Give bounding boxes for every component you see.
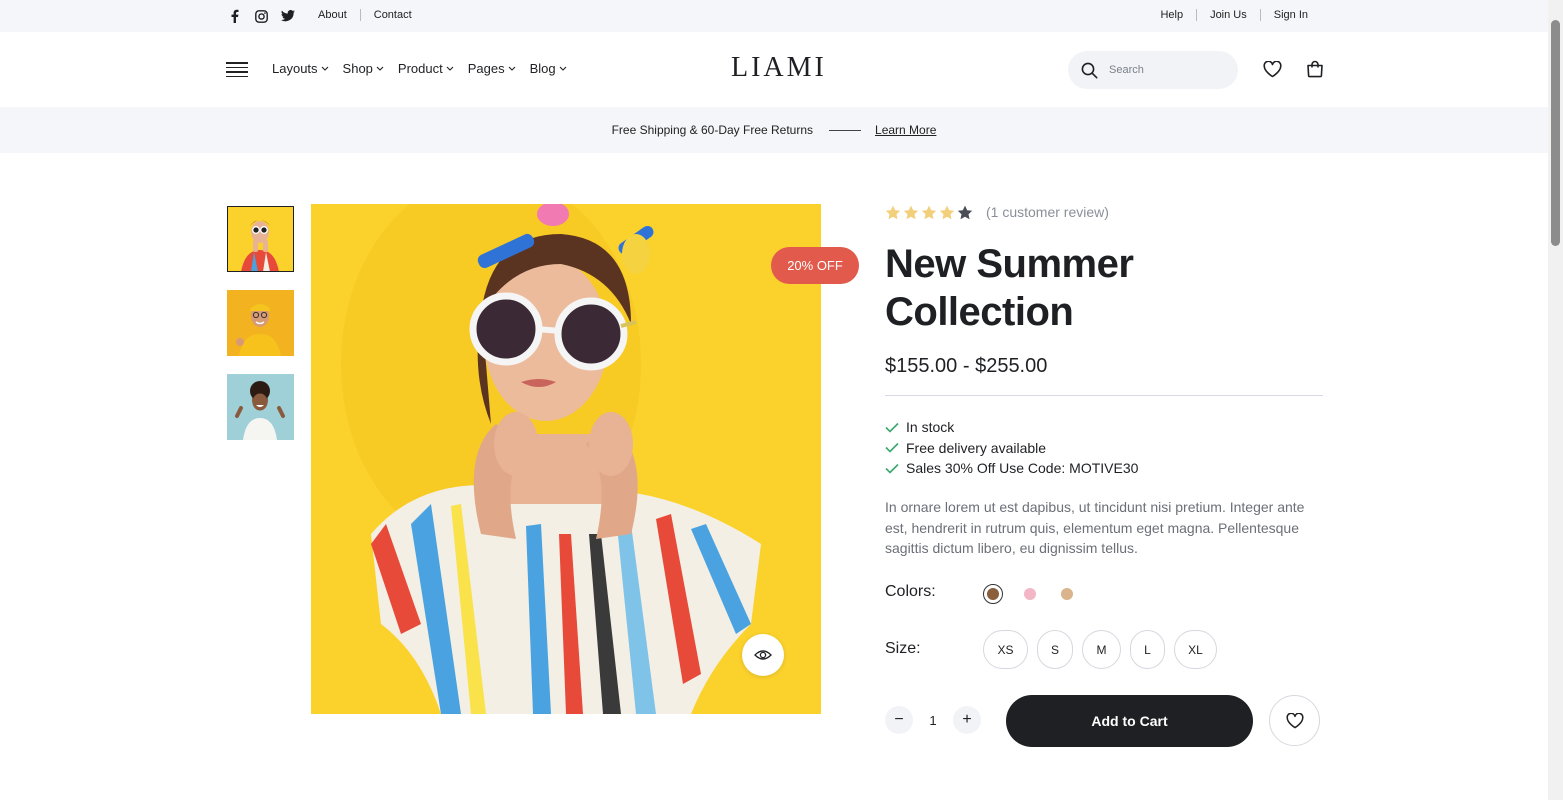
star-icon	[957, 205, 973, 219]
help-link[interactable]: Help	[1160, 9, 1183, 21]
site-logo[interactable]: LIAMI	[731, 52, 827, 84]
increase-quantity-button[interactable]: +	[953, 706, 981, 734]
rating: (1 customer review)	[885, 204, 1109, 220]
feature-item: Sales 30% Off Use Code: MOTIVE30	[885, 458, 1138, 479]
nav-label: Shop	[342, 61, 373, 76]
main-header: Layouts Shop Product Pages Blog LIAMI	[0, 32, 1548, 107]
menu-icon[interactable]	[226, 62, 248, 78]
nav-label: Blog	[529, 61, 556, 76]
star-icon	[885, 205, 901, 219]
product-main-image[interactable]	[311, 204, 821, 714]
nav-label: Layouts	[272, 61, 318, 76]
nav-label: Product	[397, 61, 443, 76]
colors-label: Colors:	[885, 583, 936, 600]
chevron-down-icon	[446, 66, 454, 71]
thumbnail-3[interactable]	[227, 374, 294, 440]
star-icon	[939, 205, 955, 219]
promo-text: Free Shipping & 60-Day Free Returns	[611, 123, 814, 137]
page-scrollbar[interactable]	[1548, 0, 1563, 800]
main-nav: Layouts Shop Product Pages Blog	[272, 61, 581, 76]
nav-shop[interactable]: Shop	[343, 61, 384, 76]
color-swatch[interactable]	[1057, 584, 1077, 604]
size-label: Size:	[885, 640, 921, 657]
nav-product[interactable]: Product	[398, 61, 454, 76]
twitter-icon[interactable]	[280, 8, 296, 24]
color-dot	[987, 588, 999, 600]
join-us-link[interactable]: Join Us	[1210, 9, 1247, 21]
topbar-links: About Contact	[318, 9, 412, 21]
color-dot	[1024, 588, 1036, 600]
contact-link[interactable]: Contact	[374, 9, 412, 21]
decrease-quantity-button[interactable]: −	[885, 706, 913, 734]
learn-more-link[interactable]: Learn More	[875, 123, 936, 137]
chevron-down-icon	[508, 66, 515, 71]
chevron-down-icon	[559, 66, 567, 71]
nav-layouts[interactable]: Layouts	[272, 61, 329, 76]
divider	[829, 129, 862, 131]
check-icon	[885, 443, 899, 453]
divider	[359, 9, 361, 21]
feature-item: In stock	[885, 417, 1138, 438]
discount-badge: 20% OFF	[771, 247, 859, 284]
add-to-cart-button[interactable]: Add to Cart	[1006, 695, 1253, 747]
product-description: In ornare lorem ut est dapibus, ut tinci…	[885, 499, 1305, 556]
instagram-icon[interactable]	[253, 8, 269, 24]
social-links	[226, 8, 307, 24]
thumbnail-2[interactable]	[227, 290, 294, 356]
size-option-xl[interactable]: XL	[1174, 630, 1217, 669]
color-swatch[interactable]	[983, 584, 1003, 604]
color-dot	[1061, 588, 1073, 600]
quick-view-button[interactable]	[742, 634, 784, 676]
promo-banner: Free Shipping & 60-Day Free Returns Lear…	[0, 107, 1548, 153]
check-icon	[885, 422, 899, 433]
size-option-m[interactable]: M	[1082, 630, 1121, 669]
color-options	[983, 584, 1094, 604]
search-icon[interactable]	[1081, 62, 1098, 79]
heart-icon[interactable]	[1261, 58, 1283, 80]
nav-blog[interactable]: Blog	[530, 61, 567, 76]
star-icon	[903, 205, 919, 219]
star-rating	[885, 205, 973, 220]
star-icon	[921, 205, 937, 219]
check-icon	[885, 463, 899, 474]
topbar-account-links: Help Join Us Sign In	[1160, 9, 1308, 21]
size-option-xs[interactable]: XS	[983, 630, 1028, 669]
feature-text: In stock	[906, 419, 955, 436]
chevron-down-icon	[376, 66, 384, 71]
product-title-line: Collection	[885, 290, 1074, 334]
divider	[885, 395, 1323, 396]
add-to-wishlist-button[interactable]	[1269, 695, 1320, 746]
size-option-l[interactable]: L	[1130, 630, 1165, 669]
feature-list: In stock Free delivery available Sales 30%…	[885, 417, 1138, 479]
feature-item: Free delivery available	[885, 438, 1138, 459]
nav-label: Pages	[467, 61, 505, 76]
review-count-link[interactable]: (1 customer review)	[986, 204, 1109, 220]
eye-icon	[754, 650, 772, 660]
about-link[interactable]: About	[318, 9, 347, 21]
facebook-icon[interactable]	[226, 8, 242, 24]
feature-text: Sales 30% Off Use Code: MOTIVE30	[906, 460, 1139, 477]
thumbnail-1[interactable]	[227, 206, 294, 272]
sign-in-link[interactable]: Sign In	[1274, 9, 1308, 21]
size-option-s[interactable]: S	[1037, 630, 1073, 669]
size-options: XS S M L XL	[983, 630, 1226, 669]
heart-icon	[1286, 712, 1303, 728]
divider	[1196, 9, 1198, 21]
chevron-down-icon	[321, 66, 328, 71]
search-box[interactable]	[1068, 51, 1238, 89]
shopping-bag-icon[interactable]	[1304, 58, 1326, 80]
product-price: $155.00 - $255.00	[885, 355, 1048, 377]
thumbnail-list	[227, 206, 294, 458]
color-swatch[interactable]	[1020, 584, 1040, 604]
search-input[interactable]	[1109, 64, 1219, 76]
divider	[1259, 9, 1261, 21]
quantity-value[interactable]: 1	[913, 713, 953, 728]
scrollbar-thumb[interactable]	[1551, 20, 1560, 246]
top-bar: About Contact Help Join Us Sign In	[0, 0, 1548, 32]
nav-pages[interactable]: Pages	[468, 61, 516, 76]
feature-text: Free delivery available	[906, 439, 1047, 456]
product-title: New Summer Collection	[885, 240, 1305, 336]
product-title-line: New Summer	[885, 242, 1134, 286]
quantity-stepper: − 1 +	[885, 706, 981, 734]
